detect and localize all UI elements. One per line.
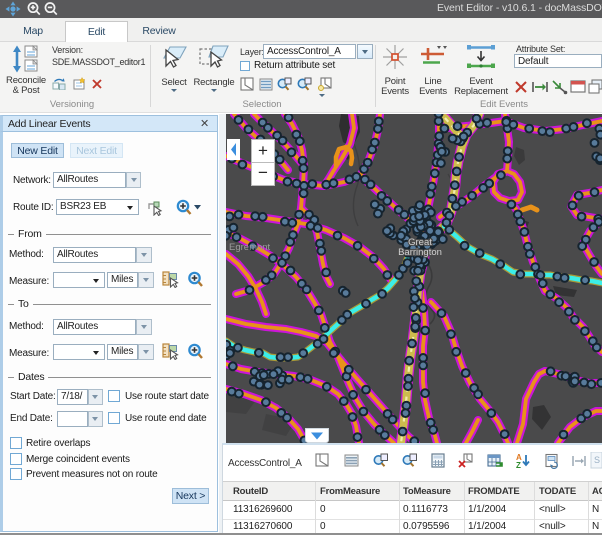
svg-text:Egremont: Egremont [229,242,271,253]
svg-text:S: S [594,455,600,465]
svg-text:Barrington: Barrington [398,247,442,258]
svg-text:Z: Z [516,461,521,469]
